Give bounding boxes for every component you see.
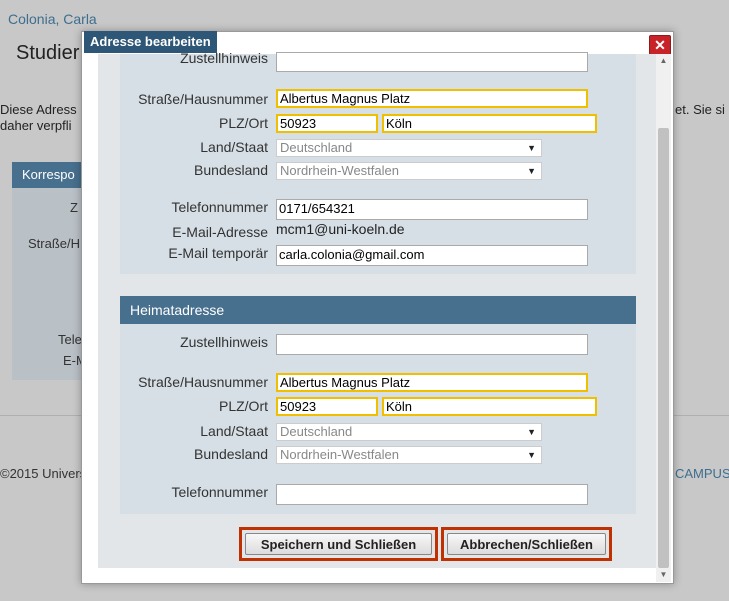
heimat-strasse-label: Straße/Hausnummer	[138, 374, 268, 390]
heimat-land-select[interactable]: Deutschland ▼	[276, 423, 542, 441]
close-icon[interactable]: ✕	[649, 35, 671, 55]
plz-input[interactable]: 50923	[276, 114, 378, 133]
heimat-land-label: Land/Staat	[200, 423, 268, 439]
land-select-value: Deutschland	[280, 140, 353, 155]
zustellhinweis-label: Zustellhinweis	[180, 50, 268, 66]
bundesland-select[interactable]: Nordrhein-Westfalen ▼	[276, 162, 542, 180]
heimat-plzort-label: PLZ/Ort	[218, 398, 268, 414]
heimat-bundesland-select[interactable]: Nordrhein-Westfalen ▼	[276, 446, 542, 464]
heimat-land-select-value: Deutschland	[280, 424, 353, 439]
user-name-link[interactable]: Colonia, Carla	[8, 11, 97, 27]
save-button-highlight: Speichern und Schließen	[239, 527, 438, 561]
correspondence-section: Zustellhinweis Straße/Hausnummer Albertu…	[120, 50, 636, 274]
footer-campus-link[interactable]: CAMPUS	[675, 466, 729, 481]
info-text-right: et. Sie si	[675, 102, 725, 117]
dropdown-arrow-icon: ▼	[527, 166, 536, 176]
strasse-label: Straße/Hausnummer	[138, 91, 268, 107]
cancel-close-button[interactable]: Abbrechen/Schließen	[447, 533, 606, 555]
telefon-label: Telefonnummer	[171, 199, 269, 215]
heimat-section: Zustellhinweis Straße/Hausnummer Albertu…	[120, 324, 636, 514]
heimat-bundesland-select-value: Nordrhein-Westfalen	[280, 447, 399, 462]
info-text-line1: Diese Adress	[0, 102, 77, 117]
email-label: E-Mail-Adresse	[172, 224, 268, 240]
dialog-scrollbar[interactable]: ▲ ▼	[656, 54, 671, 582]
heimat-plz-input[interactable]: 50923	[276, 397, 378, 416]
dropdown-arrow-icon: ▼	[527, 143, 536, 153]
ort-input[interactable]: Köln	[382, 114, 597, 133]
email-temp-input[interactable]: carla.colonia@gmail.com	[276, 245, 588, 266]
bundesland-select-value: Nordrhein-Westfalen	[280, 163, 399, 178]
background-label-zustell: Z	[70, 200, 78, 215]
zustellhinweis-input[interactable]	[276, 52, 588, 72]
telefon-input[interactable]: 0171/654321	[276, 199, 588, 220]
heimat-bundesland-label: Bundesland	[194, 446, 268, 462]
strasse-input[interactable]: Albertus Magnus Platz	[276, 89, 588, 108]
heimat-telefon-input[interactable]	[276, 484, 588, 505]
footer-copyright: ©2015 Univers	[0, 466, 87, 481]
heimat-zustellhinweis-label: Zustellhinweis	[180, 334, 268, 350]
scrollbar-thumb[interactable]	[658, 128, 669, 568]
bundesland-label: Bundesland	[194, 162, 268, 178]
edit-address-dialog: Adresse bearbeiten ✕ Zustellhinweis Stra…	[81, 31, 674, 584]
cancel-button-highlight: Abbrechen/Schließen	[441, 527, 612, 561]
background-address-box	[12, 162, 82, 380]
heimat-strasse-input[interactable]: Albertus Magnus Platz	[276, 373, 588, 392]
background-label-strasse: Straße/H	[28, 236, 81, 251]
scroll-down-arrow-icon[interactable]: ▼	[656, 568, 671, 582]
dialog-content: Zustellhinweis Straße/Hausnummer Albertu…	[98, 50, 658, 568]
save-and-close-button[interactable]: Speichern und Schließen	[245, 533, 432, 555]
scroll-up-arrow-icon[interactable]: ▲	[656, 54, 671, 68]
email-temp-label: E-Mail temporär	[168, 245, 268, 261]
page-title: Studier	[16, 42, 80, 64]
email-value: mcm1@uni-koeln.de	[276, 221, 405, 237]
plzort-label: PLZ/Ort	[218, 115, 268, 131]
info-text-line2: daher verpfli	[0, 118, 72, 133]
heimat-section-header: Heimatadresse	[120, 296, 636, 324]
heimat-ort-input[interactable]: Köln	[382, 397, 597, 416]
dropdown-arrow-icon: ▼	[527, 427, 536, 437]
heimat-telefon-label: Telefonnummer	[171, 484, 269, 500]
dropdown-arrow-icon: ▼	[527, 450, 536, 460]
land-select[interactable]: Deutschland ▼	[276, 139, 542, 157]
land-label: Land/Staat	[200, 139, 268, 155]
heimat-zustellhinweis-input[interactable]	[276, 334, 588, 355]
background-box-header: Korrespo	[12, 162, 82, 188]
background-label-telefon: Tele	[58, 332, 82, 347]
